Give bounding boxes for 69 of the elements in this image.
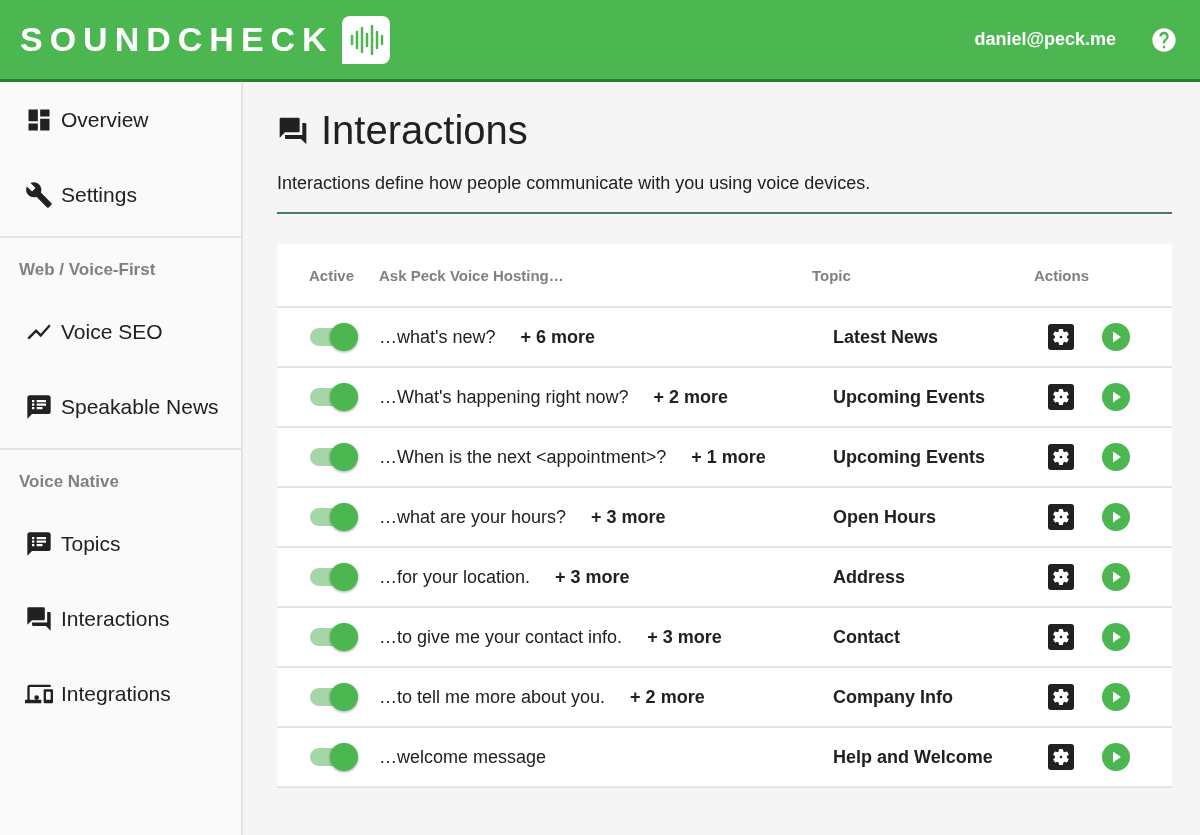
play-button-icon[interactable] bbox=[1102, 443, 1130, 471]
phrase-text: …welcome message bbox=[379, 746, 547, 768]
phrase-text: …to give me your contact info. bbox=[379, 626, 623, 648]
settings-icon[interactable] bbox=[1048, 564, 1074, 590]
phrase-text: …When is the next <appointment>? bbox=[379, 446, 667, 468]
list-bubble-icon bbox=[25, 392, 53, 421]
active-toggle[interactable] bbox=[309, 322, 359, 352]
play-button-icon[interactable] bbox=[1102, 383, 1130, 411]
column-header: Topic bbox=[812, 266, 852, 284]
sidebar-section-title: Voice Native bbox=[18, 471, 120, 493]
sidebar-item[interactable]: Overview bbox=[0, 82, 241, 157]
active-toggle[interactable] bbox=[309, 622, 359, 652]
list-bubble-icon bbox=[25, 529, 53, 558]
column-header: Ask Peck Voice Hosting… bbox=[379, 266, 565, 284]
topic-text: Latest News bbox=[832, 326, 940, 348]
phrase-text: …for your location. bbox=[379, 566, 531, 588]
play-button-icon[interactable] bbox=[1102, 503, 1130, 531]
column-header: Active bbox=[309, 266, 356, 284]
more-count[interactable]: + 3 more bbox=[591, 506, 666, 528]
settings-icon[interactable] bbox=[1048, 384, 1074, 410]
phrase-text: …to tell me more about you. bbox=[379, 686, 606, 708]
active-toggle[interactable] bbox=[309, 442, 359, 472]
topic-text: Company Info bbox=[832, 686, 954, 708]
more-count[interactable]: + 3 more bbox=[647, 626, 722, 648]
topic-text: Address bbox=[832, 566, 907, 588]
chat-bubbles-icon bbox=[25, 604, 53, 633]
active-toggle[interactable] bbox=[309, 682, 359, 712]
settings-icon[interactable] bbox=[1048, 324, 1074, 350]
sidebar-item[interactable]: Interactions bbox=[0, 581, 241, 656]
active-toggle[interactable] bbox=[309, 502, 359, 532]
settings-icon[interactable] bbox=[1048, 624, 1074, 650]
wrench-icon bbox=[25, 180, 53, 209]
sidebar-item[interactable]: Voice SEO bbox=[0, 294, 241, 369]
settings-icon[interactable] bbox=[1048, 684, 1074, 710]
help-icon[interactable] bbox=[1150, 25, 1178, 54]
more-count[interactable]: + 2 more bbox=[630, 686, 705, 708]
phrase-text: …what's new? bbox=[379, 326, 496, 348]
play-button-icon[interactable] bbox=[1102, 623, 1130, 651]
play-button-icon[interactable] bbox=[1102, 683, 1130, 711]
sound-wave-bubble-icon bbox=[341, 15, 390, 64]
phrase-text: …What's happening right now? bbox=[379, 386, 629, 408]
page-description: Interactions define how people communicate with you using voice devices. bbox=[277, 173, 1172, 214]
topic-text: Upcoming Events bbox=[832, 446, 987, 468]
topic-text: Contact bbox=[832, 626, 901, 648]
sidebar-item[interactable]: Integrations bbox=[0, 656, 241, 731]
phrase-text: …what are your hours? bbox=[379, 506, 567, 528]
sidebar-item[interactable]: Speakable News bbox=[0, 369, 241, 444]
topic-text: Open Hours bbox=[832, 506, 937, 528]
play-button-icon[interactable] bbox=[1102, 743, 1130, 771]
sidebar-item[interactable]: Topics bbox=[0, 506, 241, 581]
more-count[interactable]: + 6 more bbox=[520, 326, 596, 348]
topic-text: Upcoming Events bbox=[832, 386, 987, 408]
play-button-icon[interactable] bbox=[1102, 563, 1130, 591]
active-toggle[interactable] bbox=[309, 382, 359, 412]
sidebar-item[interactable]: Settings bbox=[0, 157, 241, 232]
play-button-icon[interactable] bbox=[1102, 323, 1130, 351]
settings-icon[interactable] bbox=[1048, 444, 1074, 470]
active-toggle[interactable] bbox=[309, 742, 359, 772]
settings-icon[interactable] bbox=[1048, 744, 1074, 770]
column-header: Actions bbox=[1034, 266, 1090, 284]
logo-text: SOUNDCHECK bbox=[20, 20, 334, 59]
more-count[interactable]: + 1 more bbox=[691, 446, 766, 468]
active-toggle[interactable] bbox=[309, 562, 359, 592]
topic-text: Help and Welcome bbox=[832, 746, 994, 768]
page-title: Interactions bbox=[321, 108, 528, 153]
more-count[interactable]: + 2 more bbox=[653, 386, 729, 408]
more-count[interactable]: + 3 more bbox=[555, 566, 630, 588]
settings-icon[interactable] bbox=[1048, 504, 1074, 530]
sidebar-section-title: Web / Voice-First bbox=[18, 259, 157, 281]
